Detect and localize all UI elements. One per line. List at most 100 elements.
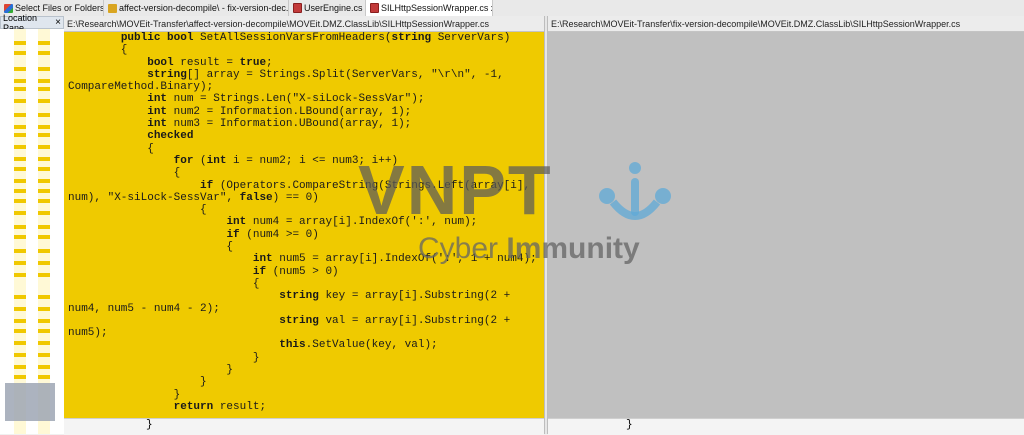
location-diff-marker — [38, 295, 50, 299]
location-diff-marker — [14, 235, 26, 239]
code-line: { — [68, 204, 207, 217]
location-diff-marker — [14, 365, 26, 369]
code-line: { — [68, 241, 234, 254]
location-diff-marker — [38, 365, 50, 369]
left-bottom-line — [64, 418, 544, 435]
location-diff-marker — [14, 87, 26, 91]
location-diff-marker — [38, 307, 50, 311]
location-diff-marker — [38, 261, 50, 265]
code-line: public bool SetAllSessionVarsFromHeaders… — [120, 32, 511, 44]
location-diff-marker — [38, 125, 50, 129]
location-diff-marker — [14, 375, 26, 379]
location-diff-marker — [38, 67, 50, 71]
code-line: int num2 = Information.LBound(array, 1); — [147, 105, 412, 118]
tab-label: affect-version-decompile\ - fix-version-… — [119, 3, 289, 13]
right-file-path[interactable]: E:\Research\MOVEit-Transfer\fix-version-… — [548, 16, 1024, 32]
location-diff-marker — [38, 145, 50, 149]
code-line: num4, num5 - num4 - 2); — [68, 302, 220, 315]
location-diff-marker — [38, 341, 50, 345]
code-line: bool result = true; — [147, 56, 273, 69]
code-line: int num4 = array[i].IndexOf(':', num); — [226, 216, 478, 229]
location-diff-marker — [14, 261, 26, 265]
location-diff-marker — [38, 189, 50, 193]
location-pane-header: Location Pane × — [0, 13, 64, 33]
location-diff-marker — [38, 87, 50, 91]
location-diff-marker — [14, 145, 26, 149]
code-line: { — [68, 142, 154, 155]
tab-label: SILHttpSessionWrapper.cs x 2 — [381, 3, 493, 13]
location-diff-marker — [38, 113, 50, 117]
left-code-text: public bool SetAllSessionVarsFromHeaders… — [64, 32, 544, 413]
left-trailing-brace: } — [146, 419, 153, 431]
code-line: } — [68, 376, 207, 389]
location-diff-marker — [14, 125, 26, 129]
location-pane[interactable] — [0, 29, 64, 434]
location-diff-marker — [38, 273, 50, 277]
code-line: string[] array = Strings.Split(ServerVar… — [147, 68, 504, 81]
code-line: string key = array[i].Substring(2 + — [279, 290, 511, 303]
location-diff-marker — [14, 113, 26, 117]
location-diff-marker — [14, 199, 26, 203]
location-diff-marker — [14, 329, 26, 333]
location-diff-marker — [14, 67, 26, 71]
location-diff-marker — [14, 157, 26, 161]
location-diff-marker — [38, 353, 50, 357]
location-diff-marker — [14, 189, 26, 193]
tab-userengine[interactable]: UserEngine.cs x 2 — [289, 0, 366, 16]
location-viewport-indicator[interactable] — [5, 383, 55, 421]
location-diff-marker — [14, 341, 26, 345]
code-line: CompareMethod.Binary); — [68, 81, 214, 94]
code-line: } — [68, 364, 234, 377]
code-line: int num3 = Information.UBound(array, 1); — [147, 118, 412, 131]
location-diff-marker — [38, 179, 50, 183]
location-diff-marker — [38, 211, 50, 215]
location-diff-marker — [14, 249, 26, 253]
tab-bar: Select Files or Folders affect-version-d… — [0, 0, 1024, 17]
code-line: { — [68, 167, 181, 180]
location-diff-marker — [38, 319, 50, 323]
location-diff-marker — [14, 225, 26, 229]
location-diff-marker — [14, 51, 26, 55]
location-diff-marker — [38, 225, 50, 229]
location-diff-marker — [14, 273, 26, 277]
location-diff-marker — [38, 157, 50, 161]
tab-label: Select Files or Folders — [15, 3, 104, 13]
close-icon[interactable]: × — [55, 17, 61, 28]
code-line: num), "X-siLock-SessVar", false) == 0) — [68, 191, 319, 204]
location-diff-marker — [38, 41, 50, 45]
location-diff-marker — [38, 167, 50, 171]
code-line: return result; — [173, 400, 267, 413]
code-line: if (Operators.CompareString(Strings.Left… — [200, 179, 531, 192]
code-line: if (num4 >= 0) — [226, 228, 319, 241]
code-line: { — [68, 277, 260, 290]
location-diff-marker — [38, 133, 50, 137]
code-line: { — [68, 44, 128, 57]
tab-folder-compare[interactable]: affect-version-decompile\ - fix-version-… — [104, 0, 289, 16]
location-diff-marker — [14, 353, 26, 357]
location-diff-marker — [38, 249, 50, 253]
code-line: this.SetValue(key, val); — [279, 339, 438, 352]
code-line: num5); — [68, 327, 108, 340]
location-diff-marker — [14, 41, 26, 45]
file-compare-icon — [293, 3, 302, 13]
location-diff-marker — [14, 179, 26, 183]
location-diff-marker — [38, 99, 50, 103]
left-code-editor[interactable]: public bool SetAllSessionVarsFromHeaders… — [64, 32, 544, 418]
folder-compare-icon — [108, 3, 117, 13]
location-diff-marker — [38, 51, 50, 55]
location-diff-marker — [14, 295, 26, 299]
code-line: string val = array[i].Substring(2 + — [279, 314, 511, 327]
location-diff-marker — [38, 235, 50, 239]
location-diff-marker — [14, 307, 26, 311]
location-diff-marker — [14, 319, 26, 323]
tab-silhttpsessionwrapper[interactable]: SILHttpSessionWrapper.cs x 2 — [366, 0, 493, 16]
code-line: int num5 = array[i].IndexOf(':', 1 + num… — [252, 253, 537, 266]
location-diff-marker — [38, 375, 50, 379]
right-trailing-brace: } — [626, 419, 633, 431]
location-diff-marker — [14, 211, 26, 215]
location-diff-marker — [14, 133, 26, 137]
left-file-path[interactable]: E:\Research\MOVEit-Transfer\affect-versi… — [64, 16, 544, 32]
right-code-editor[interactable] — [548, 32, 1024, 418]
code-line: if (num5 > 0) — [252, 265, 339, 278]
code-line: int num = Strings.Len("X-siLock-SessVar"… — [147, 93, 425, 106]
